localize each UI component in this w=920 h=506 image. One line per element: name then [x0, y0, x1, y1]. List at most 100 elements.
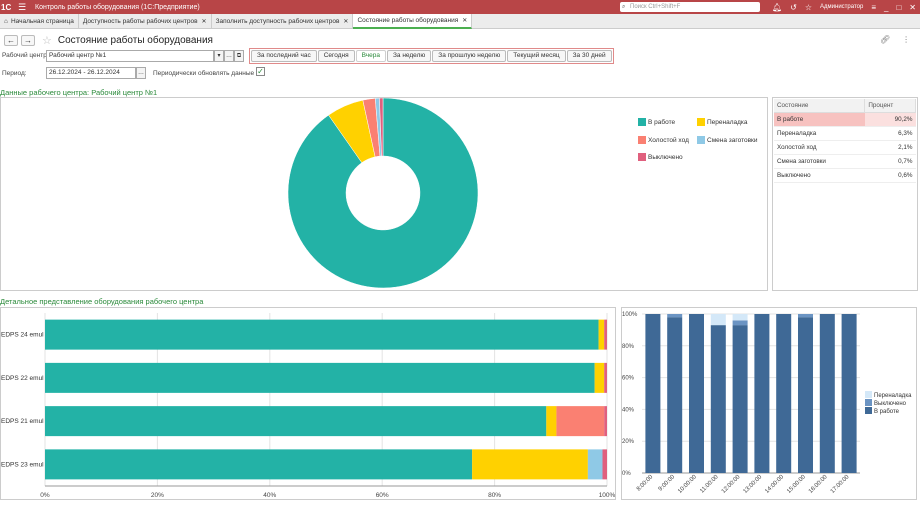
table-row[interactable]: Переналадка 6,3% — [774, 126, 916, 141]
bar-segment — [602, 449, 607, 480]
table-row[interactable]: Выключено 0,6% — [774, 168, 916, 183]
x-tick-label: 13:00:00 — [743, 474, 764, 495]
x-tick-label: 12:00:00 — [721, 474, 742, 495]
x-tick-label: 11:00:00 — [699, 474, 720, 495]
tab-close-icon[interactable]: ✕ — [202, 18, 207, 25]
page-title: Состояние работы оборудования — [57, 34, 213, 46]
x-tick-label: 15:00:00 — [786, 474, 807, 495]
search-input[interactable]: ⌕ Поиск Ctrl+Shift+F — [620, 2, 760, 12]
close-icon[interactable]: ✕ — [909, 3, 916, 12]
bar-segment — [45, 319, 599, 350]
section-detail: Детальное представление оборудования раб… — [0, 297, 204, 306]
tab-label: Доступность работы рабочих центров — [82, 18, 198, 25]
bar-segment — [556, 406, 605, 437]
period-today-button[interactable]: Сегодня — [317, 50, 355, 62]
x-tick-label: 80% — [488, 492, 501, 499]
x-tick-label: 9:00:00 — [658, 474, 677, 493]
legend-label: Выключено — [648, 153, 683, 161]
bar-segment — [45, 362, 595, 393]
state-table: Состояние Процент В работе 90,2% Перенала… — [774, 99, 916, 183]
hbar-chart-panel: 0% 20% 40% 60% 80% 100% EDPS 24 emul EDPS 22 em… — [0, 307, 616, 500]
autorefresh-label: Периодически обновлять данные — [153, 70, 255, 77]
tab-label: Заполнить доступность рабочих центров — [215, 18, 340, 25]
minimize-icon[interactable]: _ — [884, 3, 888, 12]
bar-segment — [841, 314, 857, 473]
bar-segment — [604, 319, 607, 350]
period-yesterday-button[interactable]: Вчера — [355, 50, 386, 62]
cell-state: Холостой ход — [774, 140, 865, 155]
x-tick-label: 100% — [599, 492, 615, 499]
cell-state: Выключено — [774, 168, 865, 183]
table-row[interactable]: Смена заготовки 0,7% — [774, 154, 916, 169]
period-30-days-button[interactable]: За 30 дней — [566, 50, 612, 62]
y-tick-label: 60% — [622, 376, 635, 382]
main-menu-icon[interactable]: ☰ — [15, 2, 29, 13]
period-label: Период: — [2, 70, 27, 77]
bar-segment — [732, 325, 748, 473]
column-header-state[interactable]: Состояние — [774, 99, 866, 113]
cell-percent: 90,2% — [864, 112, 916, 127]
tab-close-icon[interactable]: ✕ — [343, 18, 348, 25]
y-tick-label: 80% — [622, 344, 635, 350]
maximize-icon[interactable]: □ — [896, 3, 901, 12]
y-tick-label: 0% — [622, 471, 631, 477]
table-row[interactable]: В работе 90,2% — [774, 112, 916, 127]
vbar-chart-panel: 0% 20% 40% 60% 80% 100% 8:00:00 9:00:00 10:00:00… — [621, 307, 917, 500]
y-tick-label: 20% — [622, 439, 635, 445]
link-icon[interactable]: 🔗︎ — [880, 35, 890, 44]
legend-label: Выключено — [874, 401, 907, 407]
period-field[interactable]: 26.12.2024 - 26.12.2024 — [46, 67, 136, 79]
bar-segment — [546, 406, 557, 437]
workcenter-select-button[interactable]: … — [224, 50, 234, 62]
donut-chart — [287, 97, 479, 289]
workcenter-label: Рабочий центр: — [2, 52, 49, 59]
user-name[interactable]: Администратор — [820, 4, 863, 10]
hourly-vbar-chart: 0% 20% 40% 60% 80% 100% 8:00:00 9:00:00 10:00:00… — [622, 312, 912, 495]
legend-swatch — [865, 399, 872, 406]
tab-fill-availability[interactable]: Заполнить доступность рабочих центров ✕ — [212, 14, 354, 29]
app-logo: 1С — [1, 2, 12, 12]
back-button[interactable]: ← — [4, 34, 18, 46]
equipment-hbar-chart: 0% 20% 40% 60% 80% 100% EDPS 24 emul EDPS 22 em… — [1, 313, 616, 499]
legend-swatch — [638, 153, 646, 161]
y-category-label: EDPS 21 emul — [1, 418, 44, 425]
favorites-star-icon[interactable]: ☆ — [805, 3, 812, 12]
bell-icon[interactable]: 🔔︎ — [772, 3, 782, 12]
bar-segment — [798, 317, 813, 473]
table-row[interactable]: Холостой ход 2,1% — [774, 140, 916, 155]
legend-label: Переналадка — [874, 393, 912, 399]
autorefresh-checkbox[interactable]: ✓ — [256, 67, 265, 76]
tab-equipment-state[interactable]: Состояние работы оборудования ✕ — [353, 14, 473, 29]
x-tick-label: 17:00:00 — [830, 474, 851, 495]
favorite-star-icon[interactable]: ☆ — [42, 34, 52, 47]
search-icon: ⌕ — [622, 4, 626, 10]
settings-menu-icon[interactable]: ≡ — [871, 3, 876, 12]
workcenter-dropdown-icon[interactable]: ▾ — [214, 50, 224, 62]
more-icon[interactable]: ⋮ — [902, 35, 910, 44]
bar-segment — [667, 317, 683, 473]
legend-swatch — [697, 136, 705, 144]
column-header-percent[interactable]: Процент — [864, 99, 916, 113]
forward-button[interactable]: → — [21, 34, 35, 46]
tab-home[interactable]: ⌂ Начальная страница — [0, 14, 79, 29]
legend-label: В работе — [874, 409, 900, 415]
tab-label: Состояние работы оборудования — [357, 17, 459, 24]
history-icon[interactable]: ↺ — [790, 3, 797, 12]
tab-close-icon[interactable]: ✕ — [462, 17, 467, 24]
period-week-button[interactable]: За неделю — [386, 50, 432, 62]
bar-segment — [594, 362, 605, 393]
period-last-week-button[interactable]: За прошлую неделю — [432, 50, 507, 62]
period-last-hour-button[interactable]: За последний час — [251, 50, 317, 62]
legend-swatch — [865, 407, 872, 414]
cell-state: В работе — [774, 112, 865, 127]
tab-workcenter-availability[interactable]: Доступность работы рабочих центров ✕ — [79, 14, 212, 29]
bar-segment — [472, 449, 588, 480]
workcenter-field[interactable]: Рабочий центр №1 — [46, 50, 214, 62]
period-select-button[interactable]: … — [136, 67, 146, 79]
workcenter-open-icon[interactable]: ⧉ — [234, 50, 244, 62]
cell-percent: 0,6% — [864, 168, 916, 183]
y-category-label: EDPS 23 emul — [1, 461, 44, 468]
tab-label: Начальная страница — [10, 18, 74, 25]
period-current-month-button[interactable]: Текущий месяц — [507, 50, 566, 62]
titlebar-actions: 🔔︎ ↺ ☆ Администратор ≡ _ □ ✕ — [772, 0, 916, 14]
